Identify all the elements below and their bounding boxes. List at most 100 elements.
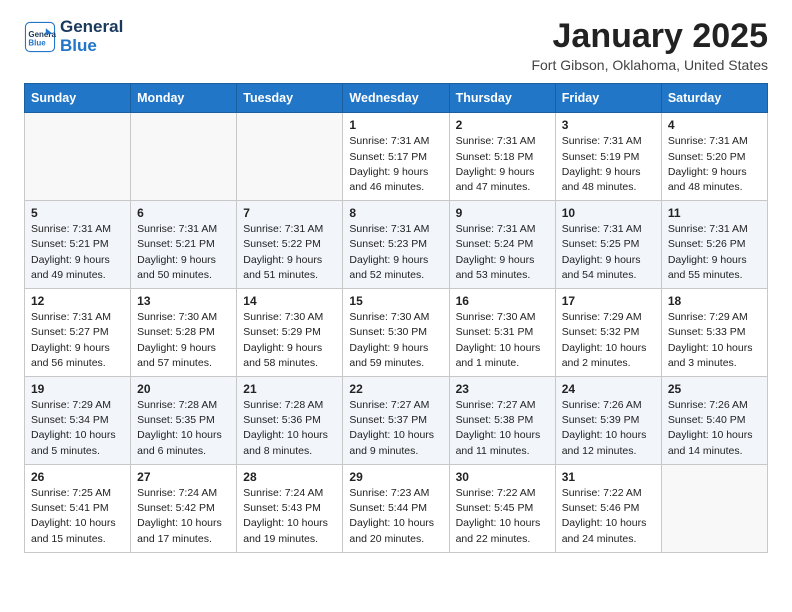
calendar-day-cell: 6 Sunrise: 7:31 AM Sunset: 5:21 PM Daylig… — [131, 201, 237, 289]
weekday-header-wednesday: Wednesday — [343, 84, 449, 113]
calendar-day-cell: 30Sunrise: 7:22 AM Sunset: 5:45 PM Dayli… — [449, 464, 555, 552]
day-info: Sunrise: 7:31 AM Sunset: 5:19 PM Dayligh… — [562, 134, 655, 195]
calendar-day-cell: 15 Sunrise: 7:30 AM Sunset: 5:30 PM Dayli… — [343, 289, 449, 377]
day-number: 12 — [31, 294, 124, 308]
day-info: Sunrise: 7:31 AM Sunset: 5:20 PM Dayligh… — [668, 134, 761, 195]
day-number: 26 — [31, 470, 124, 484]
day-info: Sunrise: 7:29 AM Sunset: 5:33 PM Dayligh… — [668, 310, 761, 371]
day-info: Sunrise: 7:24 AM Sunset: 5:42 PM Dayligh… — [137, 486, 230, 547]
logo-name-blue: Blue — [60, 37, 123, 56]
day-number: 1 — [349, 118, 442, 132]
calendar-day-cell: 1 Sunrise: 7:31 AM Sunset: 5:17 PM Daylig… — [343, 113, 449, 201]
day-number: 3 — [562, 118, 655, 132]
day-info: Sunrise: 7:27 AM Sunset: 5:38 PM Dayligh… — [456, 398, 549, 459]
calendar-day-cell: 3 Sunrise: 7:31 AM Sunset: 5:19 PM Daylig… — [555, 113, 661, 201]
weekday-header-friday: Friday — [555, 84, 661, 113]
day-info: Sunrise: 7:30 AM Sunset: 5:30 PM Dayligh… — [349, 310, 442, 371]
calendar-table: SundayMondayTuesdayWednesdayThursdayFrid… — [24, 83, 768, 552]
location: Fort Gibson, Oklahoma, United States — [531, 57, 768, 73]
day-info: Sunrise: 7:25 AM Sunset: 5:41 PM Dayligh… — [31, 486, 124, 547]
day-number: 17 — [562, 294, 655, 308]
svg-text:General: General — [28, 30, 56, 39]
day-info: Sunrise: 7:31 AM Sunset: 5:25 PM Dayligh… — [562, 222, 655, 283]
day-number: 31 — [562, 470, 655, 484]
day-number: 15 — [349, 294, 442, 308]
day-number: 6 — [137, 206, 230, 220]
calendar-day-cell: 2 Sunrise: 7:31 AM Sunset: 5:18 PM Daylig… — [449, 113, 555, 201]
calendar-day-cell: 18Sunrise: 7:29 AM Sunset: 5:33 PM Dayli… — [661, 289, 767, 377]
day-info: Sunrise: 7:31 AM Sunset: 5:26 PM Dayligh… — [668, 222, 761, 283]
calendar-day-cell: 19Sunrise: 7:29 AM Sunset: 5:34 PM Dayli… — [25, 377, 131, 465]
day-info: Sunrise: 7:26 AM Sunset: 5:39 PM Dayligh… — [562, 398, 655, 459]
day-info: Sunrise: 7:31 AM Sunset: 5:21 PM Dayligh… — [137, 222, 230, 283]
calendar-week-row: 26 Sunrise: 7:25 AM Sunset: 5:41 PM Dayli… — [25, 464, 768, 552]
day-number: 10 — [562, 206, 655, 220]
day-number: 11 — [668, 206, 761, 220]
day-info: Sunrise: 7:22 AM Sunset: 5:45 PM Dayligh… — [456, 486, 549, 547]
calendar-day-cell: 17Sunrise: 7:29 AM Sunset: 5:32 PM Dayli… — [555, 289, 661, 377]
day-info: Sunrise: 7:28 AM Sunset: 5:36 PM Dayligh… — [243, 398, 336, 459]
day-number: 29 — [349, 470, 442, 484]
day-info: Sunrise: 7:30 AM Sunset: 5:28 PM Dayligh… — [137, 310, 230, 371]
calendar-week-row: 1 Sunrise: 7:31 AM Sunset: 5:17 PM Daylig… — [25, 113, 768, 201]
day-info: Sunrise: 7:22 AM Sunset: 5:46 PM Dayligh… — [562, 486, 655, 547]
day-number: 28 — [243, 470, 336, 484]
day-number: 20 — [137, 382, 230, 396]
day-number: 7 — [243, 206, 336, 220]
day-number: 27 — [137, 470, 230, 484]
calendar-day-cell: 24 Sunrise: 7:26 AM Sunset: 5:39 PM Dayli… — [555, 377, 661, 465]
calendar-header-row: SundayMondayTuesdayWednesdayThursdayFrid… — [25, 84, 768, 113]
calendar-day-cell: 12 Sunrise: 7:31 AM Sunset: 5:27 PM Dayli… — [25, 289, 131, 377]
weekday-header-tuesday: Tuesday — [237, 84, 343, 113]
header: General Blue General Blue January 2025 F… — [24, 18, 768, 73]
weekday-header-sunday: Sunday — [25, 84, 131, 113]
day-number: 21 — [243, 382, 336, 396]
day-info: Sunrise: 7:31 AM Sunset: 5:18 PM Dayligh… — [456, 134, 549, 195]
calendar-week-row: 19Sunrise: 7:29 AM Sunset: 5:34 PM Dayli… — [25, 377, 768, 465]
day-info: Sunrise: 7:24 AM Sunset: 5:43 PM Dayligh… — [243, 486, 336, 547]
calendar-day-cell: 20 Sunrise: 7:28 AM Sunset: 5:35 PM Dayli… — [131, 377, 237, 465]
day-number: 25 — [668, 382, 761, 396]
calendar-day-cell: 29Sunrise: 7:23 AM Sunset: 5:44 PM Dayli… — [343, 464, 449, 552]
day-number: 13 — [137, 294, 230, 308]
calendar-day-cell: 4 Sunrise: 7:31 AM Sunset: 5:20 PM Daylig… — [661, 113, 767, 201]
logo-icon: General Blue — [24, 21, 56, 53]
day-number: 24 — [562, 382, 655, 396]
calendar-day-cell: 13 Sunrise: 7:30 AM Sunset: 5:28 PM Dayli… — [131, 289, 237, 377]
day-info: Sunrise: 7:30 AM Sunset: 5:29 PM Dayligh… — [243, 310, 336, 371]
day-number: 14 — [243, 294, 336, 308]
weekday-header-monday: Monday — [131, 84, 237, 113]
month-title: January 2025 — [531, 18, 768, 55]
day-info: Sunrise: 7:29 AM Sunset: 5:34 PM Dayligh… — [31, 398, 124, 459]
day-number: 9 — [456, 206, 549, 220]
day-info: Sunrise: 7:31 AM Sunset: 5:21 PM Dayligh… — [31, 222, 124, 283]
day-number: 4 — [668, 118, 761, 132]
day-info: Sunrise: 7:31 AM Sunset: 5:22 PM Dayligh… — [243, 222, 336, 283]
svg-text:Blue: Blue — [28, 38, 46, 47]
calendar-day-cell: 21 Sunrise: 7:28 AM Sunset: 5:36 PM Dayli… — [237, 377, 343, 465]
calendar-day-cell: 26 Sunrise: 7:25 AM Sunset: 5:41 PM Dayli… — [25, 464, 131, 552]
day-number: 5 — [31, 206, 124, 220]
calendar-empty-cell — [237, 113, 343, 201]
calendar-day-cell: 9 Sunrise: 7:31 AM Sunset: 5:24 PM Daylig… — [449, 201, 555, 289]
day-number: 16 — [456, 294, 549, 308]
weekday-header-saturday: Saturday — [661, 84, 767, 113]
day-info: Sunrise: 7:30 AM Sunset: 5:31 PM Dayligh… — [456, 310, 549, 371]
day-info: Sunrise: 7:28 AM Sunset: 5:35 PM Dayligh… — [137, 398, 230, 459]
day-info: Sunrise: 7:31 AM Sunset: 5:17 PM Dayligh… — [349, 134, 442, 195]
day-info: Sunrise: 7:31 AM Sunset: 5:27 PM Dayligh… — [31, 310, 124, 371]
day-number: 2 — [456, 118, 549, 132]
day-info: Sunrise: 7:31 AM Sunset: 5:24 PM Dayligh… — [456, 222, 549, 283]
calendar-day-cell: 22Sunrise: 7:27 AM Sunset: 5:37 PM Dayli… — [343, 377, 449, 465]
calendar-empty-cell — [131, 113, 237, 201]
weekday-header-thursday: Thursday — [449, 84, 555, 113]
calendar-day-cell: 7 Sunrise: 7:31 AM Sunset: 5:22 PM Daylig… — [237, 201, 343, 289]
calendar-day-cell: 11 Sunrise: 7:31 AM Sunset: 5:26 PM Dayli… — [661, 201, 767, 289]
calendar-day-cell: 14 Sunrise: 7:30 AM Sunset: 5:29 PM Dayli… — [237, 289, 343, 377]
calendar-day-cell: 5 Sunrise: 7:31 AM Sunset: 5:21 PM Daylig… — [25, 201, 131, 289]
logo: General Blue General Blue — [24, 18, 123, 55]
logo-name-general: General — [60, 18, 123, 37]
calendar-day-cell: 10 Sunrise: 7:31 AM Sunset: 5:25 PM Dayli… — [555, 201, 661, 289]
calendar-day-cell: 16 Sunrise: 7:30 AM Sunset: 5:31 PM Dayli… — [449, 289, 555, 377]
day-info: Sunrise: 7:31 AM Sunset: 5:23 PM Dayligh… — [349, 222, 442, 283]
